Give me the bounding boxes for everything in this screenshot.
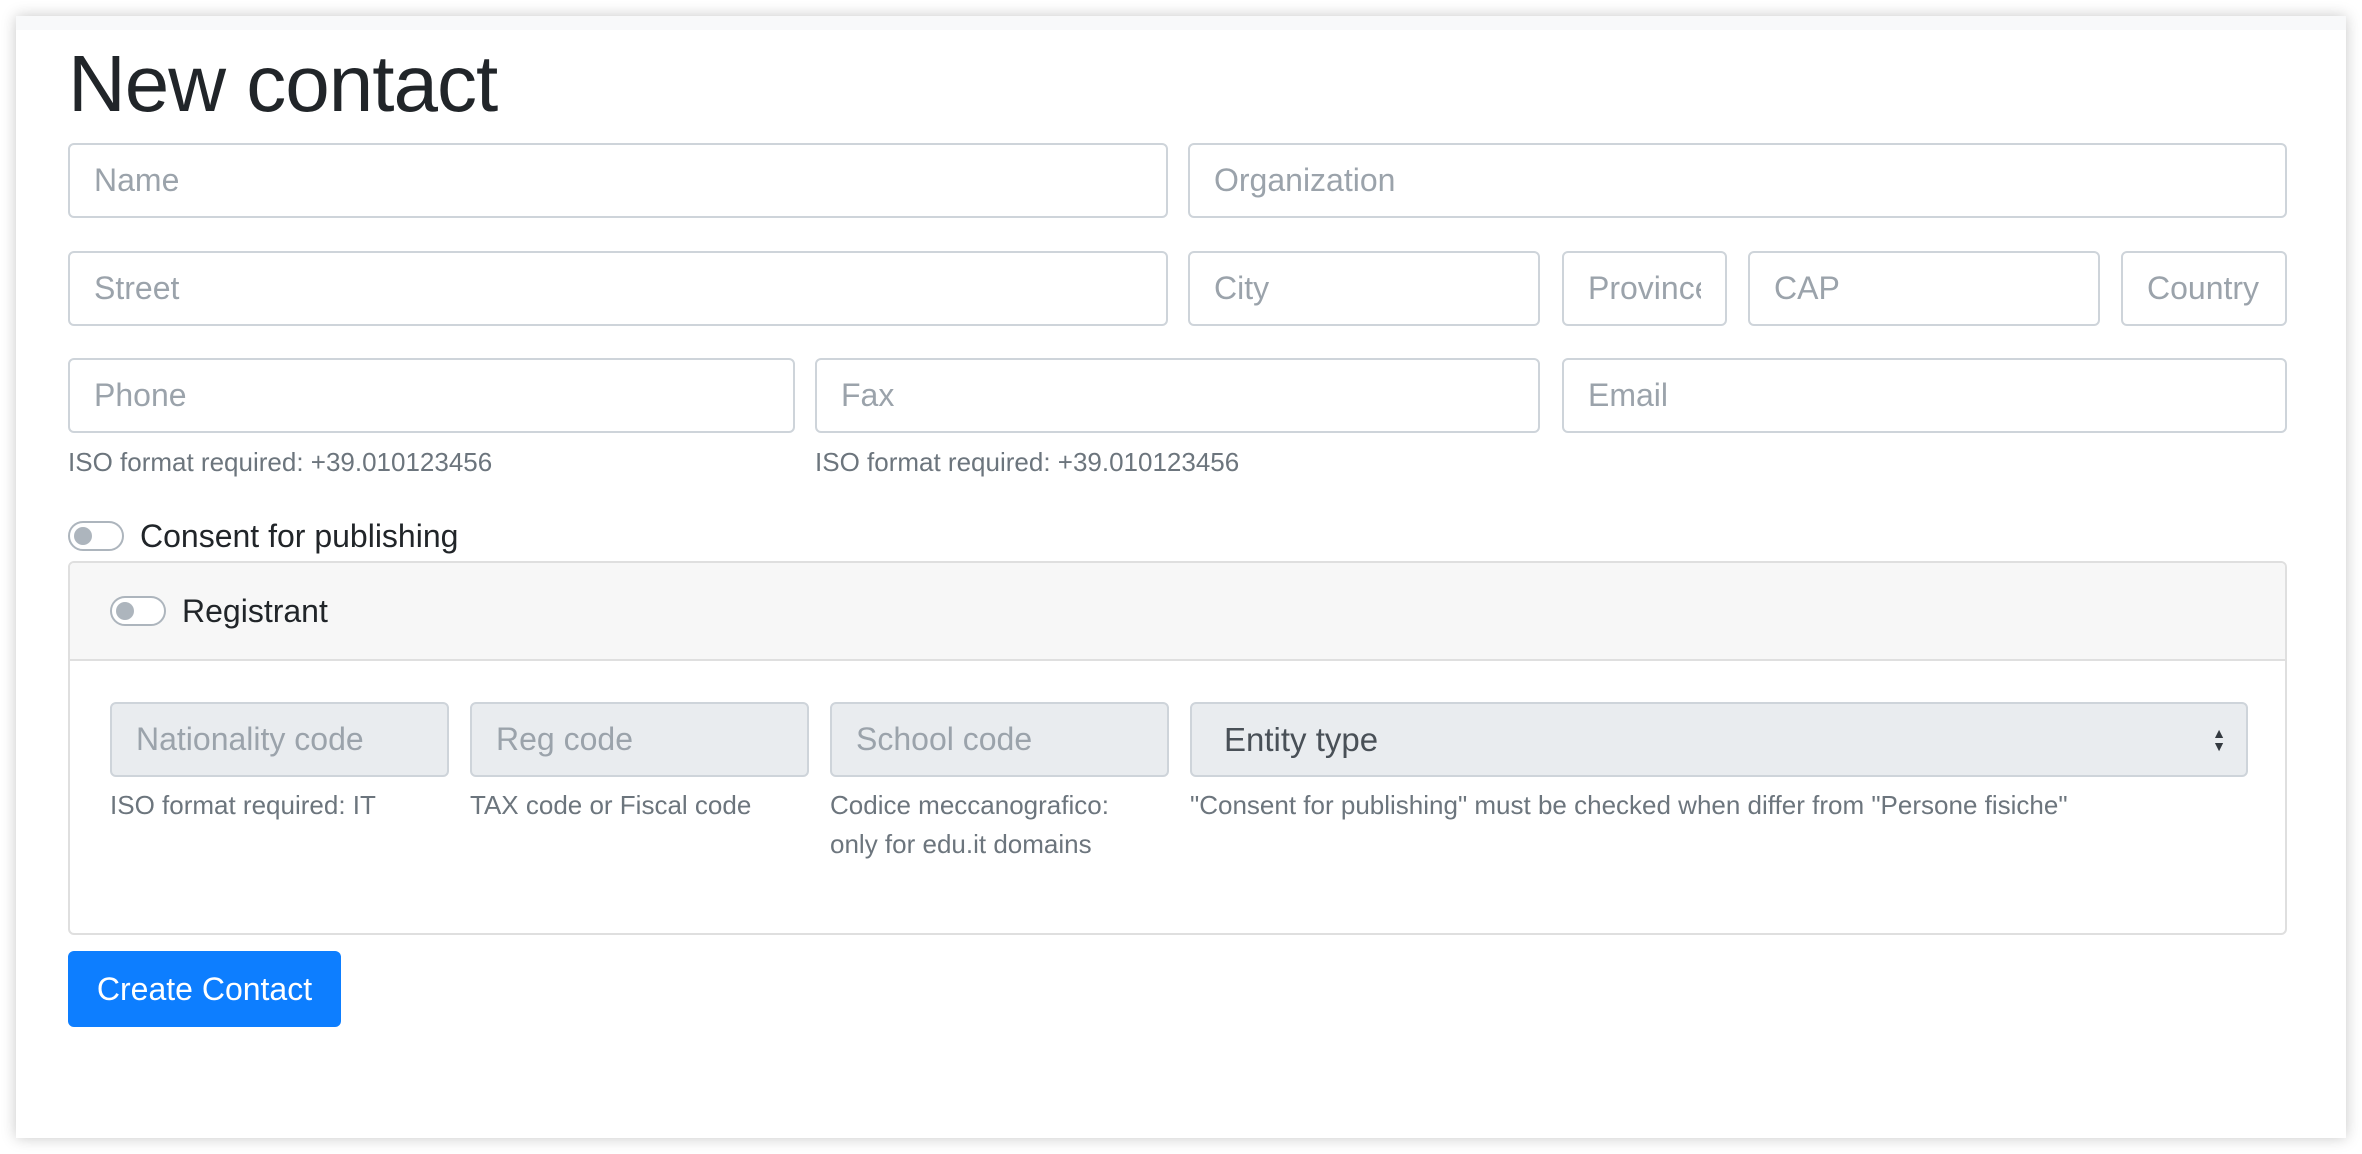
school-code-input[interactable] [830,702,1169,777]
province-input[interactable] [1562,251,1727,326]
school-code-help-text-line1: Codice meccanografico: [830,790,1109,820]
top-strip [16,16,2346,30]
registrant-card-header: Registrant [70,563,2285,661]
consent-label[interactable]: Consent for publishing [140,516,458,556]
phone-input[interactable] [68,358,795,433]
school-code-help-text-line2: only for edu.it domains [830,829,1092,859]
entity-type-help-text: "Consent for publishing" must be checked… [1190,790,2068,820]
country-input[interactable] [2121,251,2287,326]
toggle-knob [74,527,92,545]
phone-help-text: ISO format required: +39.010123456 [68,447,493,477]
reg-code-help-text: TAX code or Fiscal code [470,790,752,820]
browser-window: New contact ISO format required: +39.010… [16,16,2346,1138]
registrant-card: Registrant Entity type ▲▼ ISO format req… [68,561,2287,935]
entity-type-selected: Entity type [1224,721,1379,758]
fax-input[interactable] [815,358,1540,433]
page-title: New contact [68,39,498,128]
consent-toggle[interactable] [68,521,124,551]
city-input[interactable] [1188,251,1540,326]
nationality-help-text: ISO format required: IT [110,790,376,820]
select-arrows-icon: ▲ ▼ [2212,724,2226,754]
entity-type-select[interactable]: Entity type ▲ ▼ [1190,702,2248,777]
name-input[interactable] [68,143,1168,218]
cap-input[interactable] [1748,251,2100,326]
organization-input[interactable] [1188,143,2287,218]
street-input[interactable] [68,251,1168,326]
create-contact-button[interactable]: Create Contact [68,951,341,1027]
reg-code-input[interactable] [470,702,809,777]
email-input[interactable] [1562,358,2287,433]
toggle-knob [116,602,134,620]
fax-help-text: ISO format required: +39.010123456 [815,447,1240,477]
nationality-code-input[interactable] [110,702,449,777]
registrant-toggle[interactable] [110,596,166,626]
registrant-label[interactable]: Registrant [182,591,328,631]
